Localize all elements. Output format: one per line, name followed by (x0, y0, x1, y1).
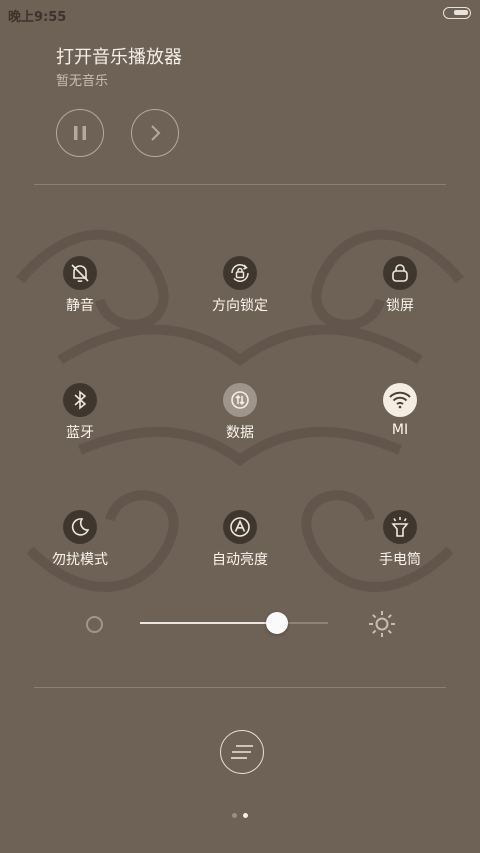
music-player-title[interactable]: 打开音乐播放器 (56, 43, 182, 69)
toggle-lock-screen[interactable]: 锁屏 (340, 256, 460, 315)
toggle-label: 方向锁定 (212, 298, 268, 314)
flashlight-icon (383, 510, 417, 544)
toggle-label: 锁屏 (386, 298, 414, 314)
toggle-mute[interactable]: 静音 (20, 256, 140, 315)
toggle-rotation-lock[interactable]: 方向锁定 (180, 256, 300, 315)
toggle-label: 静音 (66, 298, 94, 314)
status-bar: 晚上9:55 (0, 0, 480, 28)
edit-toggles-button[interactable] (220, 730, 264, 774)
mobile-data-icon (223, 383, 257, 417)
menu-lines-icon (231, 745, 253, 759)
brightness-high-icon (369, 611, 395, 637)
rotation-lock-icon (223, 256, 257, 290)
battery-icon (443, 7, 471, 19)
toggle-do-not-disturb[interactable]: 勿扰模式 (20, 510, 140, 569)
page-dot (232, 813, 237, 818)
brightness-slider-fill (140, 622, 277, 624)
chevron-right-icon (151, 125, 161, 141)
pause-button[interactable] (56, 109, 104, 157)
page-indicator (230, 813, 254, 819)
divider (34, 184, 446, 185)
toggle-label: 手电筒 (379, 552, 421, 568)
toggle-mobile-data[interactable]: 数据 (180, 383, 300, 442)
toggle-bluetooth[interactable]: 蓝牙 (20, 383, 140, 442)
bell-off-icon (63, 256, 97, 290)
toggle-label: 蓝牙 (66, 425, 94, 441)
next-button[interactable] (131, 109, 179, 157)
page-dot-active (243, 813, 248, 818)
toggle-auto-brightness[interactable]: 自动亮度 (180, 510, 300, 569)
auto-brightness-icon (223, 510, 257, 544)
toggle-label: MI (391, 422, 409, 438)
toggle-label: 勿扰模式 (52, 552, 108, 568)
brightness-low-icon (86, 616, 103, 633)
toggle-wifi[interactable]: MI (340, 383, 460, 438)
toggle-label: 自动亮度 (212, 552, 268, 568)
music-status: 暂无音乐 (56, 74, 109, 89)
moon-icon (63, 510, 97, 544)
lock-icon (383, 256, 417, 290)
pause-icon (74, 126, 86, 140)
brightness-slider[interactable] (140, 612, 328, 634)
bluetooth-icon (63, 383, 97, 417)
wifi-icon (383, 383, 417, 417)
brightness-slider-handle[interactable] (266, 612, 288, 634)
status-time: 晚上9:55 (8, 10, 67, 25)
toggle-label: 数据 (226, 425, 254, 441)
toggle-flashlight[interactable]: 手电筒 (340, 510, 460, 569)
divider (34, 687, 446, 688)
